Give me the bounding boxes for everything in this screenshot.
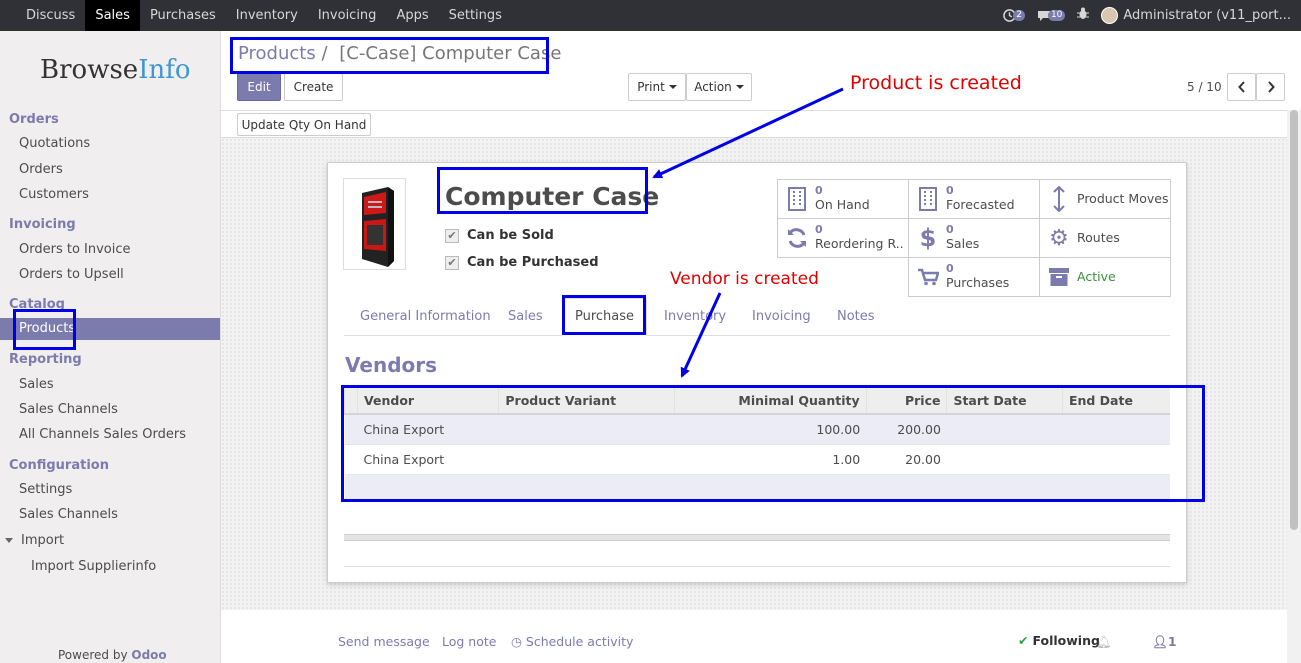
arrow-to-product-name: [652, 87, 844, 179]
arrow-to-vendors-table: [680, 292, 722, 378]
annotation-arrows: [652, 87, 844, 378]
